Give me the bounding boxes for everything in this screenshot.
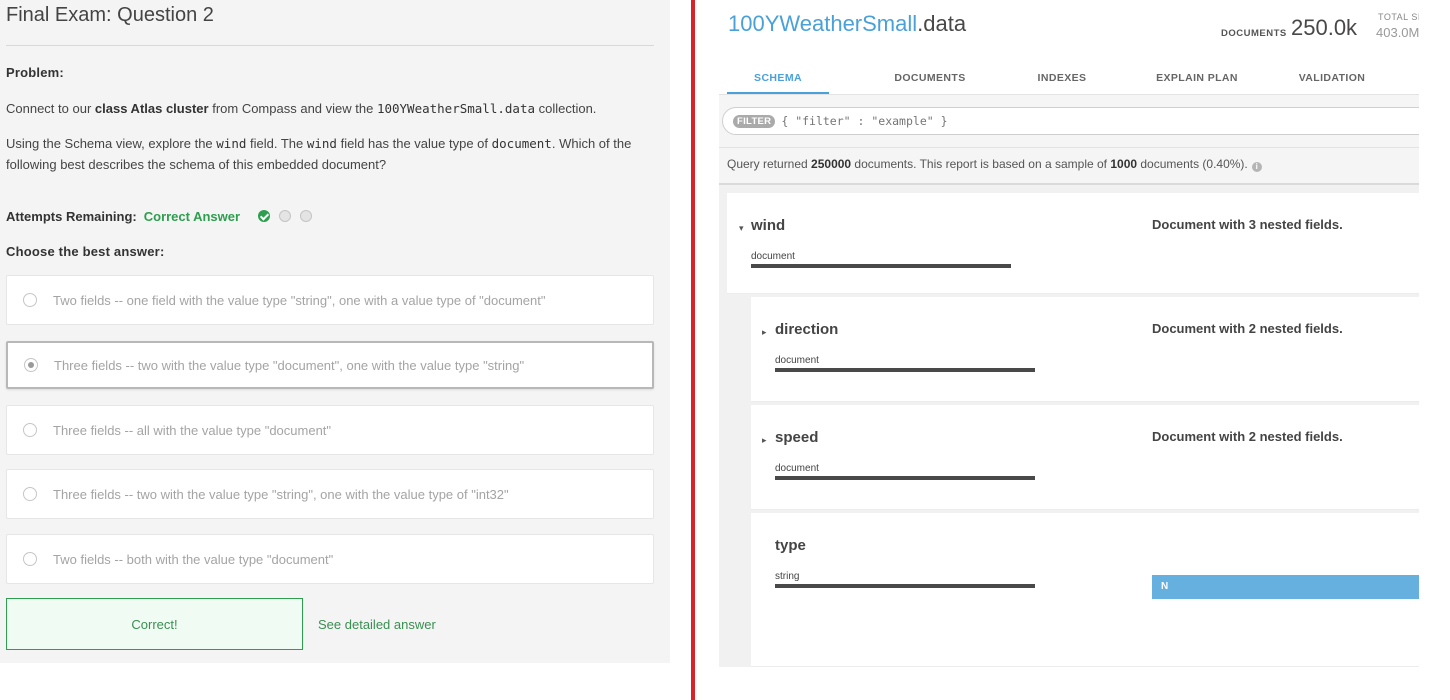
- field-description: Document with 3 nested fields.: [1152, 217, 1343, 232]
- answer-option-label: Two fields -- both with the value type "…: [53, 551, 334, 567]
- empty-circle-icon: [300, 210, 313, 222]
- field-name: direction: [775, 321, 839, 338]
- exam-panel: Final Exam: Question 2 Problem: Connect …: [0, 0, 670, 663]
- empty-circle-icon: [279, 210, 292, 222]
- schema-field-list: ▾ wind document Document with 3 nested f…: [719, 185, 1419, 667]
- filter-bar: FILTER: [719, 95, 1419, 148]
- see-detailed-answer-link[interactable]: See detailed answer: [318, 617, 436, 632]
- page-title: Final Exam: Question 2: [6, 4, 214, 26]
- radio-button[interactable]: [23, 293, 37, 307]
- answer-option-label: Three fields -- two with the value type …: [54, 357, 525, 373]
- answer-option-1[interactable]: Two fields -- one field with the value t…: [6, 275, 654, 325]
- tab-indexes[interactable]: INDEXES: [1022, 65, 1102, 95]
- correct-button[interactable]: Correct!: [6, 598, 303, 650]
- radio-button[interactable]: [23, 552, 37, 566]
- collection-name: .data: [917, 11, 967, 36]
- filter-input[interactable]: [781, 114, 1282, 128]
- problem-label: Problem:: [6, 65, 64, 80]
- field-type: string: [775, 571, 800, 582]
- caret-right-icon[interactable]: ▸: [762, 327, 767, 338]
- answer-option-4[interactable]: Three fields -- two with the value type …: [6, 469, 654, 519]
- compass-panel: 100YWeatherSmall.data DOCUMENTS 250.0k T…: [719, 0, 1419, 700]
- total-size-value: 403.0M: [1376, 25, 1419, 40]
- problem-paragraph-1: Connect to our class Atlas cluster from …: [6, 101, 597, 116]
- field-type: document: [775, 355, 819, 366]
- type-distribution-bar[interactable]: [775, 476, 1035, 480]
- info-icon[interactable]: i: [1251, 162, 1262, 172]
- collection-title: 100YWeatherSmall.data: [728, 11, 966, 37]
- type-distribution-bar[interactable]: [775, 368, 1035, 372]
- radio-button[interactable]: [23, 423, 37, 437]
- choose-label: Choose the best answer:: [6, 244, 165, 259]
- attempts-row: Attempts Remaining: Correct Answer: [6, 207, 313, 225]
- answer-option-2[interactable]: Three fields -- two with the value type …: [6, 341, 654, 389]
- radio-button-selected[interactable]: [24, 358, 38, 372]
- documents-label: DOCUMENTS: [1221, 28, 1287, 39]
- tab-bar: SCHEMA DOCUMENTS INDEXES EXPLAIN PLAN VA…: [727, 65, 1419, 95]
- check-circle-icon: [258, 210, 271, 222]
- tab-documents[interactable]: DOCUMENTS: [875, 65, 985, 95]
- field-name: wind: [751, 217, 786, 234]
- tab-validation[interactable]: VALIDATION: [1287, 65, 1377, 95]
- type-distribution-bar[interactable]: [751, 264, 1011, 268]
- filter-box[interactable]: FILTER: [722, 107, 1419, 135]
- caret-down-icon[interactable]: ▾: [739, 223, 744, 234]
- filter-pill: FILTER: [733, 114, 776, 128]
- caret-right-icon[interactable]: ▸: [762, 435, 767, 446]
- answer-option-label: Two fields -- one field with the value t…: [53, 292, 546, 308]
- attempts-status: Correct Answer: [143, 208, 241, 224]
- field-name: speed: [775, 429, 819, 446]
- red-divider: [691, 0, 695, 700]
- attempts-label: Attempts Remaining:: [6, 208, 137, 224]
- tab-schema[interactable]: SCHEMA: [727, 65, 829, 95]
- answer-option-label: Three fields -- two with the value type …: [53, 486, 509, 502]
- documents-count: 250.0k: [1291, 15, 1358, 40]
- tab-explain-plan[interactable]: EXPLAIN PLAN: [1147, 65, 1247, 95]
- schema-field-wind[interactable]: ▾ wind document Document with 3 nested f…: [727, 193, 1419, 294]
- schema-field-type[interactable]: type string N: [751, 513, 1419, 667]
- type-distribution-bar[interactable]: [775, 584, 1035, 588]
- query-summary: Query returned 250000 documents. This re…: [719, 148, 1419, 183]
- answer-option-3[interactable]: Three fields -- all with the value type …: [6, 405, 654, 455]
- field-name: type: [775, 537, 806, 554]
- answer-option-5[interactable]: Two fields -- both with the value type "…: [6, 534, 654, 584]
- field-description: Document with 2 nested fields.: [1152, 429, 1343, 444]
- database-name-link[interactable]: 100YWeatherSmall: [728, 11, 917, 36]
- answer-option-label: Three fields -- all with the value type …: [53, 422, 332, 438]
- field-type: document: [775, 463, 819, 474]
- problem-paragraph-2: Using the Schema view, explore the wind …: [6, 136, 632, 172]
- schema-field-direction[interactable]: ▸ direction document Document with 2 nes…: [751, 297, 1419, 402]
- value-distribution-bar[interactable]: N: [1152, 575, 1419, 599]
- field-description: Document with 2 nested fields.: [1152, 321, 1343, 336]
- total-size-label: TOTAL SI: [1378, 12, 1419, 22]
- field-type: document: [751, 251, 795, 262]
- title-divider: [6, 45, 654, 46]
- schema-field-speed[interactable]: ▸ speed document Document with 2 nested …: [751, 405, 1419, 510]
- radio-button[interactable]: [23, 487, 37, 501]
